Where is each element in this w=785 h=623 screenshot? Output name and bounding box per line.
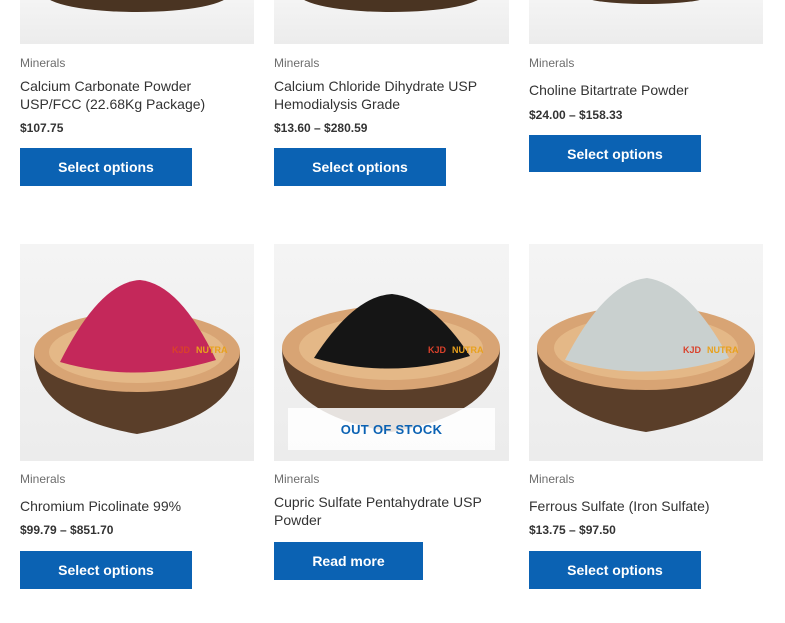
product-category[interactable]: Minerals [20,472,65,486]
product-price: $13.75 – $97.50 [529,523,616,537]
product-image[interactable] [20,0,254,44]
product-category[interactable]: Minerals [529,472,574,486]
wood-slice-image [304,0,478,12]
powder-on-wood-image: KJD NUTRA [34,280,240,434]
product-image[interactable]: KJD NUTRA [20,244,254,461]
wood-slice-image [50,0,224,12]
product-image[interactable]: KJD NUTRA [529,244,763,461]
product-price: $107.75 [20,121,64,135]
out-of-stock-badge: OUT OF STOCK [288,408,495,450]
product-title[interactable]: Cupric Sulfate Pentahydrate USP Powder [274,493,508,529]
read-more-button[interactable]: Read more [274,542,423,580]
product-category[interactable]: Minerals [529,56,574,70]
wood-slice-image [592,0,700,4]
kjd-logo: KJD [683,345,702,355]
product-title[interactable]: Ferrous Sulfate (Iron Sulfate) [529,497,763,515]
product-category[interactable]: Minerals [274,56,319,70]
product-category[interactable]: Minerals [274,472,319,486]
product-title[interactable]: Choline Bitartrate Powder [529,81,763,99]
select-options-button[interactable]: Select options [274,148,446,186]
product-title[interactable]: Calcium Carbonate Powder USP/FCC (22.68K… [20,77,254,113]
nutra-logo: NUTRA [452,345,484,355]
kjd-logo: KJD [172,345,191,355]
product-image[interactable] [274,0,509,44]
product-price: $13.60 – $280.59 [274,121,368,135]
select-options-button[interactable]: Select options [529,551,701,589]
powder-on-wood-image: KJD NUTRA [537,278,755,432]
product-price: $24.00 – $158.33 [529,108,623,122]
product-category[interactable]: Minerals [20,56,65,70]
select-options-button[interactable]: Select options [20,551,192,589]
product-image[interactable]: KJD NUTRA OUT OF STOCK [274,244,509,461]
select-options-button[interactable]: Select options [529,135,701,172]
kjd-logo: KJD [428,345,447,355]
product-title[interactable]: Chromium Picolinate 99% [20,497,254,515]
nutra-logo: NUTRA [707,345,739,355]
nutra-logo: NUTRA [196,345,228,355]
product-image[interactable] [529,0,763,44]
select-options-button[interactable]: Select options [20,148,192,186]
product-title[interactable]: Calcium Chloride Dihydrate USP Hemodialy… [274,77,508,113]
product-price: $99.79 – $851.70 [20,523,114,537]
